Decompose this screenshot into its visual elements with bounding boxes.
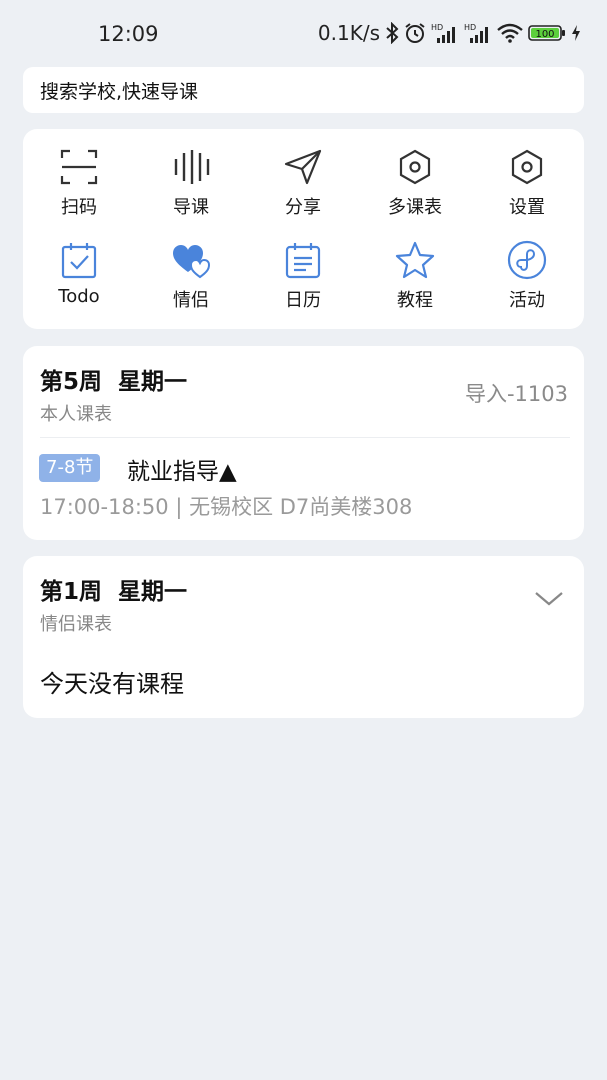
scan-label: 扫码 [61,197,97,218]
course-info: 17:00-18:50 | 无锡校区 D7尚美楼308 [40,491,412,521]
function-grid: 扫码 导课 分享 多课表 设置 Todo 情侣 日历 教程 活动 [23,129,584,329]
my-schedule-card[interactable]: 第5周 星期一 本人课表 导入-1103 7-8节 就业指导▲ 17:00-18… [23,346,584,540]
import-icon [171,147,211,187]
svg-text:HD: HD [431,23,443,32]
activity-icon [507,240,547,280]
network-speed: 0.1K/s [317,21,380,45]
alarm-icon [404,22,426,44]
calendar-button[interactable]: 日历 [247,240,359,312]
svg-text:HD: HD [464,23,476,32]
charging-icon [571,25,581,41]
couple-subtitle: 情侣课表 [40,614,112,635]
todo-icon [59,240,99,280]
info-separator: | [175,495,183,519]
calendar-icon [283,240,323,280]
hd-signal-icon: HD [431,22,459,44]
activity-button[interactable]: 活动 [471,240,583,312]
weekday: 星期一 [118,369,188,395]
scan-icon [59,147,99,187]
search-bar[interactable]: 搜索学校,快速导课 [23,67,584,113]
status-time: 12:09 [98,22,159,46]
import-schedule-link[interactable]: 导入-1103 [465,378,568,408]
todo-label: Todo [58,286,100,307]
settings-button[interactable]: 设置 [471,147,583,219]
course-time: 17:00-18:50 [40,495,169,519]
chevron-down-icon[interactable] [534,590,564,612]
couple-button[interactable]: 情侣 [135,240,247,312]
week-title: 第5周 星期一 [40,362,187,396]
multi-schedule-label: 多课表 [388,197,442,218]
no-course-text: 今天没有课程 [40,670,184,698]
activity-label: 活动 [509,290,545,311]
wifi-icon [497,23,523,43]
settings-label: 设置 [509,197,545,218]
couple-icon [171,240,211,280]
couple-week-title: 第1周 星期一 [40,572,187,606]
battery-level: 100 [535,29,554,40]
couple-label: 情侣 [173,290,209,311]
todo-button[interactable]: Todo [23,240,135,307]
course-location: 无锡校区 D7尚美楼308 [189,495,413,519]
import-course-button[interactable]: 导课 [135,147,247,219]
status-bar: 12:09 0.1K/s HD HD 100 [0,0,607,66]
week-number: 第5周 [40,369,103,395]
calendar-label: 日历 [285,290,321,311]
schedule-subtitle: 本人课表 [40,404,112,425]
couple-schedule-card[interactable]: 第1周 星期一 情侣课表 今天没有课程 [23,556,584,718]
scan-button[interactable]: 扫码 [23,147,135,219]
bluetooth-icon [385,22,399,44]
hd-signal-icon: HD [464,22,492,44]
share-button[interactable]: 分享 [247,147,359,219]
status-icons: 0.1K/s HD HD 100 [318,21,581,45]
settings-icon [507,147,547,187]
period-badge: 7-8节 [39,454,101,482]
import-label: 导课 [173,197,209,218]
tutorial-label: 教程 [397,290,433,311]
divider [40,437,570,438]
search-placeholder: 搜索学校,快速导课 [40,80,199,103]
tutorial-star-icon [395,240,435,280]
course-name[interactable]: 就业指导▲ [127,452,237,486]
tutorial-button[interactable]: 教程 [359,240,471,312]
share-icon [283,147,323,187]
battery-icon: 100 [528,23,566,43]
multi-schedule-icon [395,147,435,187]
share-label: 分享 [285,197,321,218]
multi-schedule-button[interactable]: 多课表 [359,147,471,219]
couple-weekday: 星期一 [118,579,188,605]
couple-week-number: 第1周 [40,579,103,605]
